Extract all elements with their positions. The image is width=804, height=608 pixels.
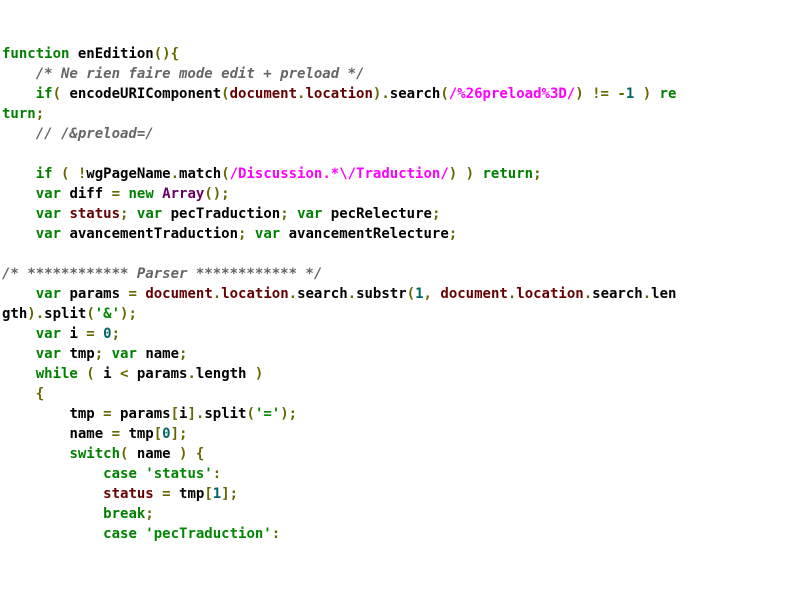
line-4: turn; bbox=[2, 106, 44, 122]
code-block: function enEdition(){ /* Ne rien faire m… bbox=[2, 44, 802, 544]
line-10: var avancementTraduction; var avancement… bbox=[2, 226, 457, 242]
line-21: switch( name ) { bbox=[2, 446, 204, 462]
line-17: while ( i < params.length ) bbox=[2, 366, 263, 382]
line-14: gth).split('&'); bbox=[2, 306, 137, 322]
line-1: function enEdition(){ bbox=[2, 46, 179, 62]
line-16: var tmp; var name; bbox=[2, 346, 187, 362]
line-5: // /&preload=/ bbox=[2, 126, 154, 142]
line-7: if ( !wgPageName.match(/Discussion.*\/Tr… bbox=[2, 166, 542, 182]
line-20: name = tmp[0]; bbox=[2, 426, 187, 442]
line-12: /* ************ Parser ************ */ bbox=[2, 266, 322, 282]
line-15: var i = 0; bbox=[2, 326, 120, 342]
line-13: var params = document.location.search.su… bbox=[2, 286, 676, 302]
line-24: break; bbox=[2, 506, 154, 522]
line-22: case 'status': bbox=[2, 466, 221, 482]
line-8: var diff = new Array(); bbox=[2, 186, 230, 202]
line-9: var status; var pecTraduction; var pecRe… bbox=[2, 206, 440, 222]
line-18: { bbox=[2, 386, 44, 402]
line-2: /* Ne rien faire mode edit + preload */ bbox=[2, 66, 364, 82]
line-19: tmp = params[i].split('='); bbox=[2, 406, 297, 422]
line-23: status = tmp[1]; bbox=[2, 486, 238, 502]
line-25: case 'pecTraduction': bbox=[2, 526, 280, 542]
line-3: if( encodeURIComponent(document.location… bbox=[2, 86, 676, 102]
